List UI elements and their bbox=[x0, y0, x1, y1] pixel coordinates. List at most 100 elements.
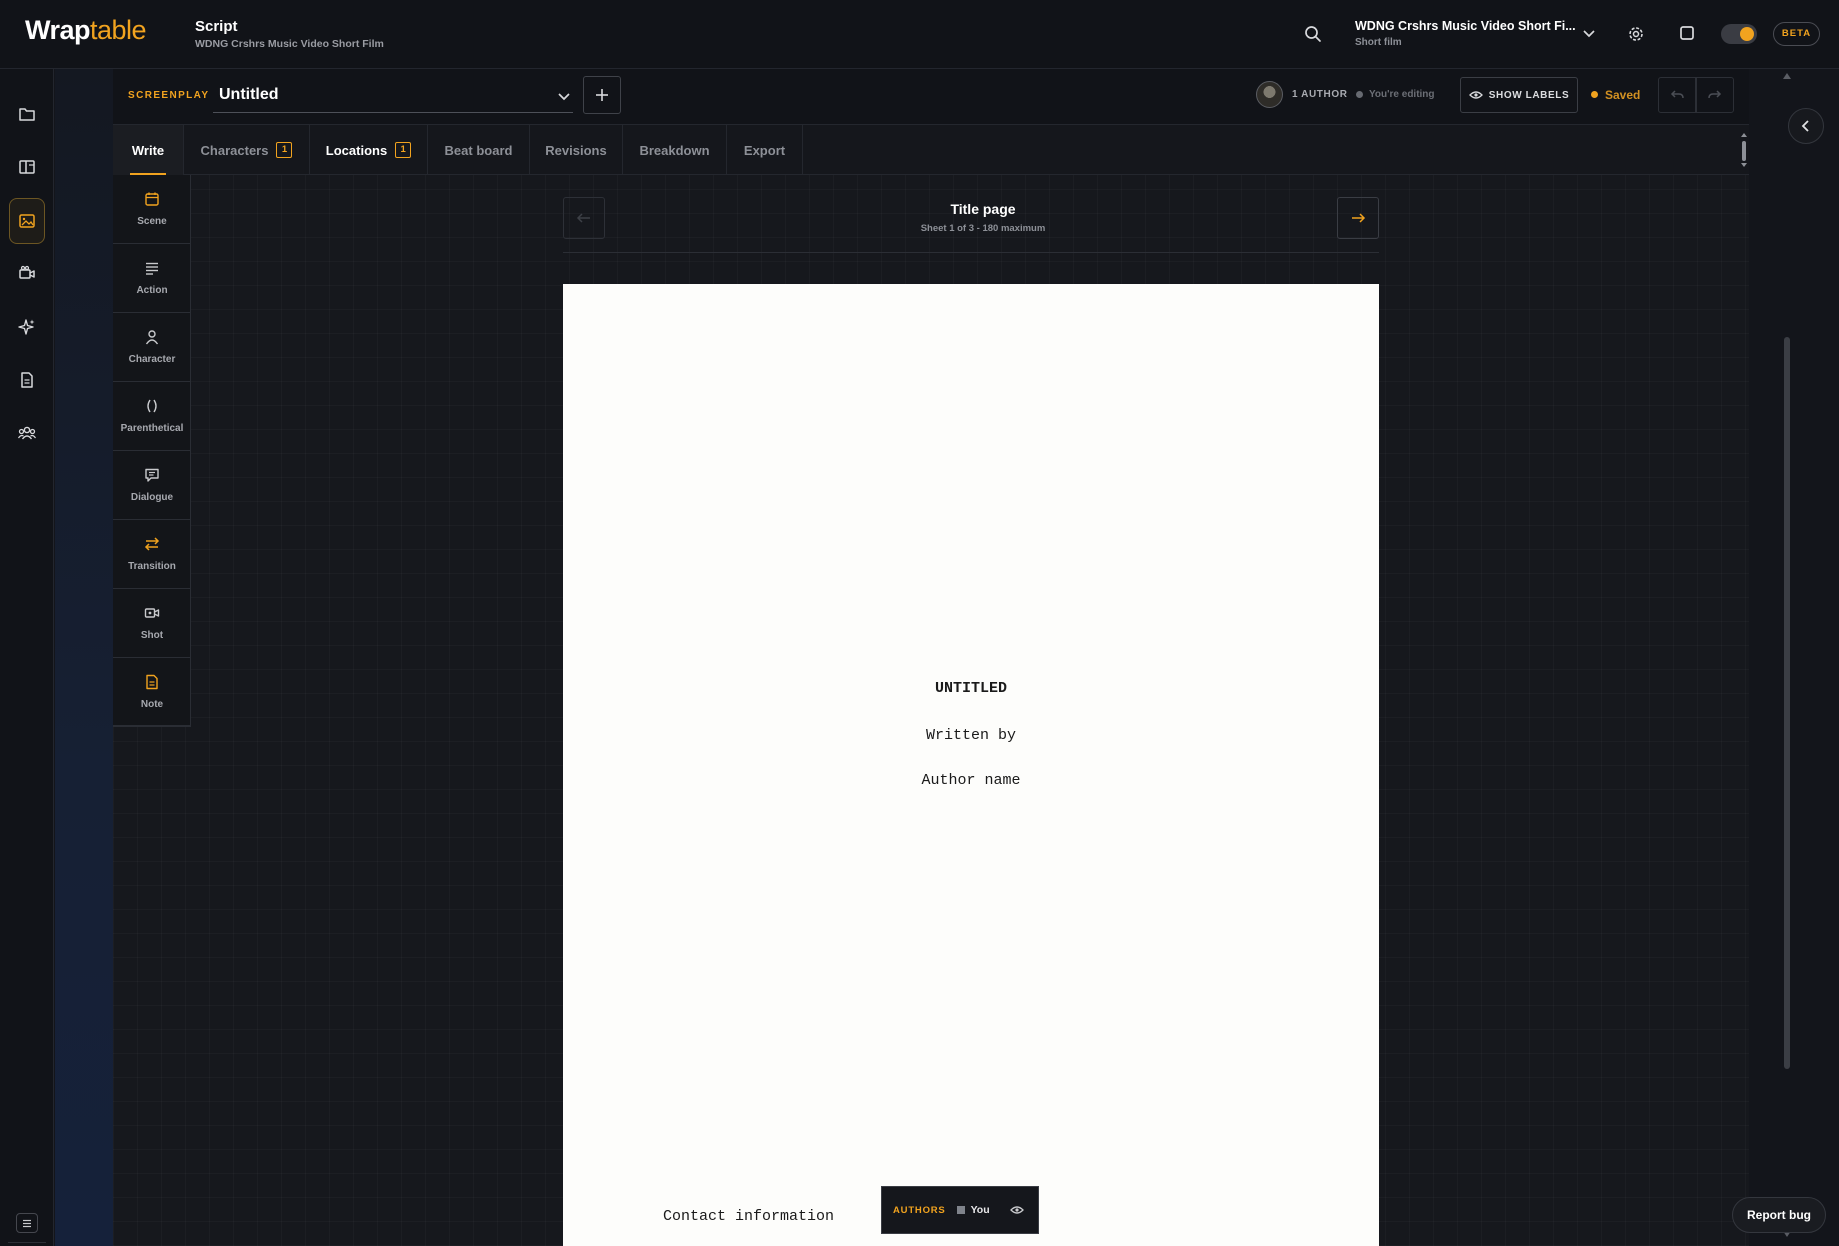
saved-dot bbox=[1591, 91, 1598, 98]
tab-breakdown[interactable]: Breakdown bbox=[623, 125, 727, 175]
sidebar-item-ai[interactable] bbox=[9, 304, 45, 350]
tool-label: Action bbox=[136, 285, 168, 296]
arrow-right-icon bbox=[1352, 213, 1366, 223]
fullscreen-icon[interactable] bbox=[1679, 25, 1695, 41]
tool-action[interactable]: Action bbox=[113, 244, 191, 313]
tool-label: Character bbox=[128, 354, 176, 365]
wraptable-logo[interactable]: Wraptable bbox=[25, 15, 147, 46]
screenplay-label: SCREENPLAY bbox=[128, 90, 210, 101]
image-icon bbox=[19, 214, 35, 228]
chevron-left-icon bbox=[1801, 120, 1809, 132]
left-sidebar bbox=[0, 69, 54, 1246]
tool-dialogue[interactable]: Dialogue bbox=[113, 451, 191, 520]
author-color-swatch bbox=[956, 1206, 965, 1214]
script-title[interactable]: UNTITLED bbox=[563, 680, 1379, 697]
tab-write[interactable]: Write bbox=[113, 125, 184, 175]
eye-icon bbox=[1468, 91, 1483, 99]
video-camera-icon bbox=[19, 265, 35, 279]
top-bar: Wraptable Script WDNG Crshrs Music Video… bbox=[0, 0, 1839, 69]
document-icon bbox=[21, 372, 33, 388]
tab-locations[interactable]: Locations 1 bbox=[310, 125, 428, 175]
sidebar-item-video[interactable] bbox=[9, 250, 45, 296]
authors-popover: AUTHORS You bbox=[881, 1186, 1039, 1234]
columns-icon bbox=[19, 160, 35, 174]
tool-character[interactable]: Character bbox=[113, 313, 191, 382]
tab-scrollbar[interactable] bbox=[1741, 133, 1747, 167]
tab-characters[interactable]: Characters 1 bbox=[184, 125, 310, 175]
lines-icon bbox=[142, 258, 162, 278]
report-bug-button[interactable]: Report bug bbox=[1732, 1197, 1826, 1233]
tool-label: Scene bbox=[137, 216, 167, 227]
beta-badge: BETA bbox=[1773, 22, 1820, 46]
redo-icon bbox=[1708, 90, 1722, 99]
title-page-sheet[interactable]: UNTITLED Written by Author name Contact … bbox=[563, 284, 1379, 1246]
screenplay-select[interactable]: Untitled bbox=[213, 79, 573, 113]
camera-icon bbox=[142, 603, 162, 623]
tool-label: Parenthetical bbox=[120, 423, 184, 434]
divider bbox=[563, 252, 1379, 253]
eye-icon[interactable] bbox=[1009, 1205, 1024, 1215]
page-subtitle: WDNG Crshrs Music Video Short Film bbox=[195, 38, 384, 50]
theme-toggle[interactable] bbox=[1721, 24, 1757, 44]
menu-icon[interactable] bbox=[16, 1213, 38, 1233]
collapse-panel-button[interactable] bbox=[1788, 108, 1824, 144]
sidebar-item-documents[interactable] bbox=[9, 357, 45, 403]
toggle-knob bbox=[1740, 27, 1754, 41]
sidebar-item-team[interactable] bbox=[9, 410, 45, 456]
tool-note[interactable]: Note bbox=[113, 658, 191, 727]
tool-parenthetical[interactable]: Parenthetical bbox=[113, 382, 191, 451]
gear-icon[interactable] bbox=[1626, 24, 1646, 44]
tool-label: Transition bbox=[128, 561, 176, 572]
speech-bubble-icon bbox=[142, 465, 162, 485]
author-avatar[interactable] bbox=[1256, 81, 1283, 108]
tool-shot[interactable]: Shot bbox=[113, 589, 191, 658]
search-icon[interactable] bbox=[1303, 24, 1323, 44]
undo-button[interactable] bbox=[1658, 77, 1696, 113]
chevron-down-icon[interactable] bbox=[1582, 28, 1596, 40]
save-status: Saved bbox=[1605, 88, 1641, 102]
project-type: Short film bbox=[1355, 37, 1402, 48]
tab-beat-board[interactable]: Beat board bbox=[428, 125, 530, 175]
screenplay-bar: SCREENPLAY Untitled 1 AUTHOR You're edit… bbox=[113, 69, 1749, 125]
vertical-scrollbar[interactable] bbox=[1782, 69, 1792, 1246]
scrollbar-thumb[interactable] bbox=[1784, 337, 1790, 1069]
sidebar-item-files[interactable] bbox=[9, 91, 45, 137]
folder-icon bbox=[19, 108, 35, 121]
tool-transition[interactable]: Transition bbox=[113, 520, 191, 589]
author-count: 1 AUTHOR bbox=[1292, 89, 1348, 100]
add-screenplay-button[interactable] bbox=[583, 76, 621, 114]
sidebar-item-boards[interactable] bbox=[9, 144, 45, 190]
previous-page-button[interactable] bbox=[563, 197, 605, 239]
count-badge: 1 bbox=[276, 142, 293, 158]
author-you: You bbox=[970, 1204, 990, 1216]
calendar-icon bbox=[142, 189, 162, 209]
arrow-left-icon bbox=[576, 213, 590, 223]
team-icon bbox=[18, 426, 36, 440]
editing-dot bbox=[1356, 91, 1363, 98]
sparkle-icon bbox=[18, 319, 35, 335]
element-toolbox: Scene Action Character Parenthetical Dia… bbox=[113, 175, 191, 727]
tab-export[interactable]: Export bbox=[727, 125, 803, 175]
sidebar-item-script[interactable] bbox=[9, 198, 45, 244]
author-name[interactable]: Author name bbox=[563, 772, 1379, 789]
chevron-down-icon bbox=[557, 91, 571, 103]
note-icon bbox=[142, 672, 162, 692]
sidebar-divider bbox=[8, 1242, 46, 1243]
undo-icon bbox=[1670, 90, 1684, 99]
show-labels-label: SHOW LABELS bbox=[1488, 89, 1570, 101]
tool-scene[interactable]: Scene bbox=[113, 175, 191, 244]
project-name[interactable]: WDNG Crshrs Music Video Short Fi... bbox=[1355, 19, 1576, 33]
next-page-button[interactable] bbox=[1337, 197, 1379, 239]
swap-arrows-icon bbox=[142, 534, 162, 554]
page-title: Script bbox=[195, 18, 238, 35]
contact-information[interactable]: Contact information bbox=[663, 1208, 834, 1225]
authors-label: AUTHORS bbox=[893, 1204, 946, 1216]
count-badge: 1 bbox=[395, 142, 412, 158]
written-by[interactable]: Written by bbox=[563, 727, 1379, 744]
show-labels-button[interactable]: SHOW LABELS bbox=[1460, 77, 1578, 113]
screenplay-title: Untitled bbox=[219, 86, 279, 103]
tab-bar: Write Characters 1 Locations 1 Beat board … bbox=[113, 125, 1749, 175]
tool-label: Note bbox=[140, 699, 164, 710]
redo-button[interactable] bbox=[1696, 77, 1734, 113]
tab-revisions[interactable]: Revisions bbox=[530, 125, 623, 175]
